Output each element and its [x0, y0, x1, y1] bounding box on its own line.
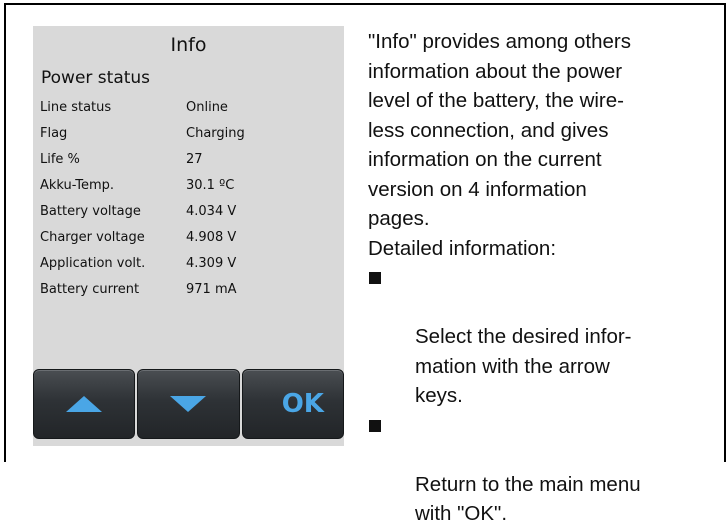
frame-left-rule [4, 3, 6, 462]
info-row: Charger voltage 4.908 V [40, 224, 330, 250]
screen-title: Info [170, 34, 207, 56]
info-row: Akku-Temp. 30.1 ºC [40, 172, 330, 198]
ok-button[interactable]: OK [241, 369, 344, 439]
info-row-label: Flag [40, 125, 68, 141]
button-bar: OK [33, 369, 344, 439]
bullet-square-icon [369, 419, 381, 432]
info-row-label: Life % [40, 151, 80, 167]
info-list: Line status Online Flag Charging Life % … [40, 94, 330, 302]
info-row: Line status Online [40, 94, 330, 120]
info-row: Application volt. 4.309 V [40, 250, 330, 276]
ok-button-label: OK [281, 389, 324, 419]
down-button[interactable] [137, 369, 240, 439]
info-row-value: 30.1 ºC [186, 177, 235, 193]
instruction-list: Select the desired infor- mation with th… [368, 263, 713, 529]
arrow-down-icon [170, 396, 207, 412]
description: "Info" provides among others information… [368, 27, 713, 529]
info-row-label: Battery voltage [40, 203, 141, 219]
info-row-value: Charging [186, 125, 245, 141]
info-row: Battery voltage 4.034 V [40, 198, 330, 224]
info-row-value: 971 mA [186, 281, 237, 297]
instruction-text: Select the desired infor- mation with th… [415, 325, 632, 407]
info-row-label: Akku-Temp. [40, 177, 115, 193]
up-button[interactable] [33, 369, 136, 439]
info-row-value: 4.309 V [186, 255, 237, 271]
info-row: Life % 27 [40, 146, 330, 172]
description-intro: "Info" provides among others information… [368, 30, 631, 230]
instruction-item: Return to the main menu with "OK". [368, 411, 713, 529]
info-row: Battery current 971 mA [40, 276, 330, 302]
device-screen: Info Power status Line status Online Fla… [33, 26, 344, 446]
instruction-text: Return to the main menu with "OK". [415, 472, 641, 526]
section-title-power-status: Power status [41, 68, 151, 88]
info-row-label: Charger voltage [40, 229, 145, 245]
info-row-value: 27 [186, 151, 203, 167]
frame-right-rule [724, 3, 726, 462]
instruction-item: Select the desired infor- mation with th… [368, 263, 713, 411]
info-row-value: 4.908 V [186, 229, 237, 245]
info-row: Flag Charging [40, 120, 330, 146]
info-row-label: Line status [40, 99, 112, 115]
info-row-label: Battery current [40, 281, 140, 297]
description-detail-heading: Detailed information: [368, 236, 557, 260]
info-row-value: Online [186, 99, 228, 115]
info-row-value: 4.034 V [186, 203, 237, 219]
arrow-up-icon [66, 396, 103, 412]
info-row-label: Application volt. [40, 255, 146, 271]
bullet-square-icon [369, 272, 381, 284]
frame-top-rule [4, 3, 726, 5]
